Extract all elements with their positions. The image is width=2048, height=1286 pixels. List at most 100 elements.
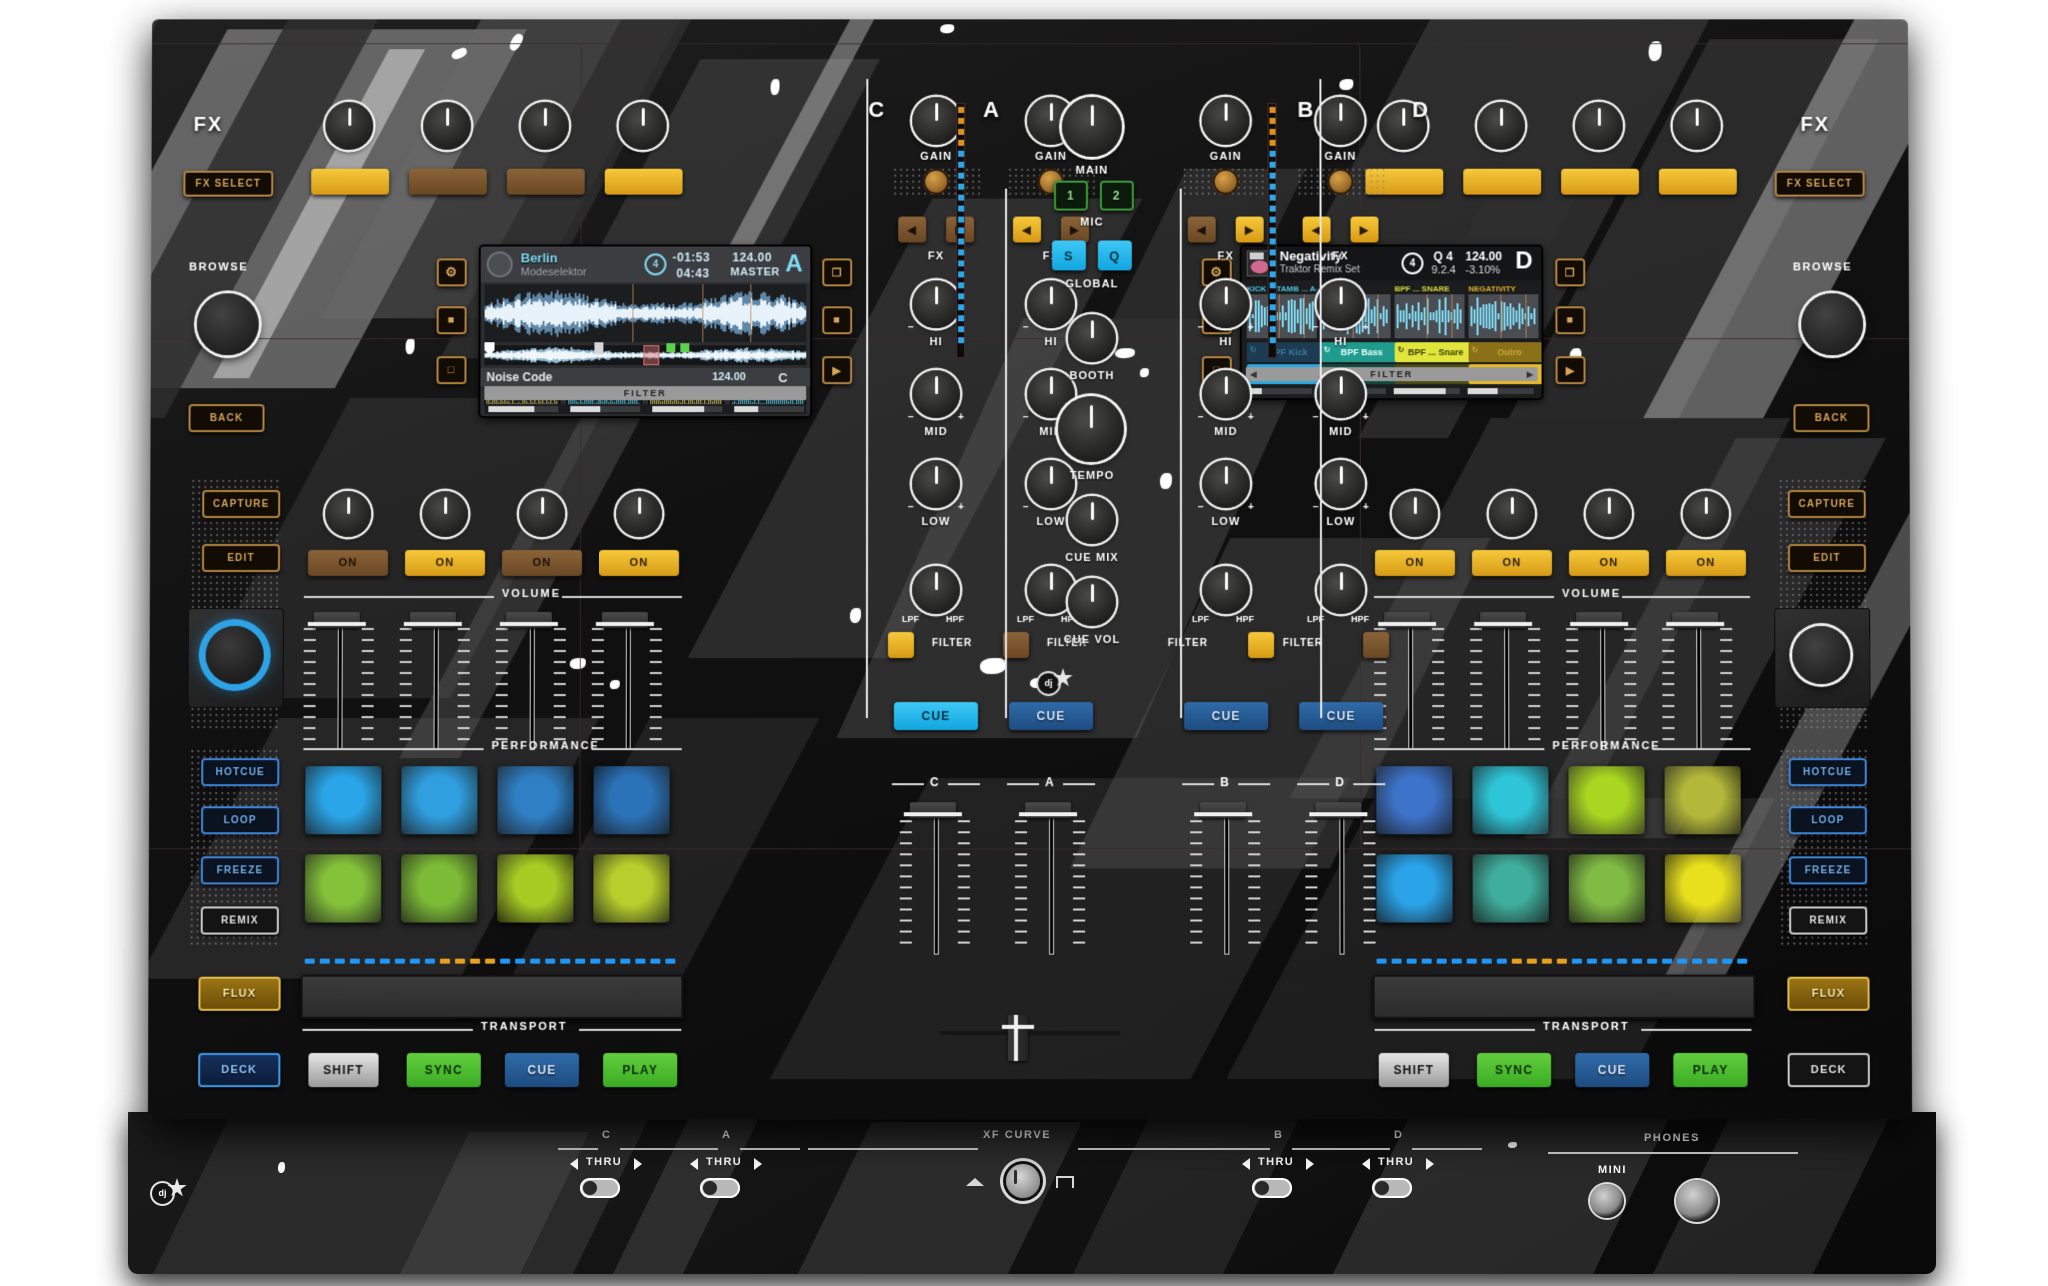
cue-button-D[interactable]: CUE [1299, 702, 1384, 731]
fx-button-left-3[interactable] [506, 168, 585, 195]
cue-button-B[interactable]: CUE [1184, 702, 1269, 731]
left-deck-fx-knob-2[interactable] [422, 491, 469, 538]
channel-fader-cap-D[interactable] [1315, 802, 1362, 819]
eq-mid-knob-C[interactable] [912, 370, 961, 419]
channel-fader-cap-B[interactable] [1200, 802, 1247, 819]
global-quantize-button[interactable]: Q [1097, 240, 1132, 271]
right-deck-volume-fader-3[interactable] [1564, 610, 1640, 751]
loop-button-right[interactable]: LOOP [1788, 806, 1867, 835]
right-touchstrip[interactable] [1372, 974, 1756, 1019]
channel-fader-A[interactable] [1013, 800, 1089, 955]
left-deck-volume-fader-3[interactable] [494, 610, 570, 751]
fx-next-button-B[interactable]: ▶ [1235, 216, 1264, 243]
display-right-stop-icon-button[interactable]: ■ [1555, 306, 1586, 335]
fx-assign-knob-B[interactable] [1212, 168, 1239, 195]
fx-button-left-4[interactable] [604, 168, 683, 195]
filter-knob-B[interactable] [1201, 566, 1251, 615]
right-deck-on-button-3[interactable]: ON [1568, 550, 1650, 576]
left-deck-fx-knob-1[interactable] [325, 491, 372, 538]
right-jog-wheel[interactable] [1792, 626, 1851, 685]
filter-knob-D[interactable] [1316, 566, 1366, 615]
cue-vol-knob[interactable] [1068, 577, 1117, 627]
eq-hi-knob-D[interactable] [1316, 280, 1365, 329]
left-deck-on-button-3[interactable]: ON [501, 550, 583, 576]
cue-button-A[interactable]: CUE [1008, 702, 1094, 731]
play-button-left[interactable]: PLAY [603, 1052, 678, 1088]
right-deck-volume-fader-cap-2[interactable] [1480, 612, 1527, 629]
right-deck-volume-fader-cap-3[interactable] [1576, 612, 1623, 629]
left-deck-pad-bottom-3[interactable] [497, 854, 574, 923]
fx-knob-left-3[interactable] [520, 101, 569, 150]
fx-knob-left-1[interactable] [325, 101, 374, 150]
fx-prev-button-A[interactable]: ◀ [1013, 216, 1041, 243]
left-deck-pad-bottom-4[interactable] [593, 854, 670, 923]
display-left-view2-icon-button[interactable]: □ [436, 356, 467, 385]
gain-knob-D[interactable] [1316, 96, 1365, 145]
display-left-play-icon-button[interactable]: ▶ [822, 356, 853, 385]
fx-knob-right-2[interactable] [1477, 101, 1526, 150]
eq-mid-knob-B[interactable] [1201, 370, 1250, 419]
booth-knob[interactable] [1067, 314, 1116, 363]
right-deck-pad-bottom-4[interactable] [1664, 854, 1742, 923]
phones-large-jack[interactable] [1676, 1180, 1718, 1222]
fx-knob-right-3[interactable] [1574, 101, 1623, 150]
hotcue-button-left[interactable]: HOTCUE [201, 758, 280, 787]
right-deck-pad-top-2[interactable] [1472, 766, 1549, 835]
thru-b-toggle[interactable] [1252, 1178, 1292, 1198]
right-deck-fx-knob-4[interactable] [1682, 491, 1729, 538]
display-right[interactable]: Negativity Traktor Remix Set 4 Q 4 9.2.4… [1241, 246, 1542, 399]
left-deck-pad-bottom-2[interactable] [401, 854, 478, 923]
right-deck-pad-top-1[interactable] [1376, 766, 1453, 835]
fx-button-left-1[interactable] [311, 168, 390, 195]
cue-button-right[interactable]: CUE [1575, 1052, 1650, 1088]
sync-button-right[interactable]: SYNC [1476, 1052, 1552, 1088]
fx-assign-knob-C[interactable] [923, 168, 950, 195]
cue-button-left[interactable]: CUE [504, 1052, 580, 1088]
eq-low-knob-C[interactable] [912, 460, 961, 509]
left-deck-volume-fader-cap-4[interactable] [601, 612, 648, 629]
phones-mini-jack[interactable] [1590, 1184, 1624, 1218]
play-button-right[interactable]: PLAY [1673, 1052, 1748, 1088]
left-deck-fx-knob-3[interactable] [519, 491, 566, 538]
left-touchstrip[interactable] [300, 974, 684, 1019]
right-deck-pad-top-4[interactable] [1664, 766, 1741, 835]
right-deck-on-button-1[interactable]: ON [1374, 550, 1456, 576]
eq-low-knob-B[interactable] [1201, 460, 1250, 509]
right-deck-volume-fader-4[interactable] [1660, 610, 1736, 751]
right-deck-fx-knob-2[interactable] [1488, 491, 1535, 538]
capture-button-right[interactable]: CAPTURE [1787, 490, 1866, 519]
capture-button-left[interactable]: CAPTURE [202, 490, 281, 519]
browse-encoder-left[interactable] [196, 293, 259, 356]
display-left-settings-icon-button[interactable]: ⚙ [436, 258, 467, 287]
right-deck-pad-top-3[interactable] [1568, 766, 1645, 835]
fx-knob-left-2[interactable] [423, 101, 472, 150]
right-deck-fx-knob-1[interactable] [1391, 491, 1438, 538]
global-snap-button[interactable]: S [1051, 240, 1086, 271]
left-deck-on-button-1[interactable]: ON [307, 550, 389, 576]
display-left-copy-icon-button[interactable]: ❐ [822, 258, 853, 287]
fx-select-button-left[interactable]: FX SELECT [183, 170, 274, 197]
shift-button-left[interactable]: SHIFT [308, 1052, 379, 1088]
fx-knob-right-4[interactable] [1672, 101, 1721, 150]
fx-next-button-D[interactable]: ▶ [1350, 216, 1379, 243]
left-jog-wheel[interactable] [205, 626, 264, 685]
display-left-stop-icon-button[interactable]: ■ [822, 306, 853, 335]
channel-fader-D[interactable] [1303, 800, 1379, 955]
display-right-play-icon-button[interactable]: ▶ [1555, 356, 1586, 385]
remix-button-right[interactable]: REMIX [1789, 906, 1868, 935]
thru-c-toggle[interactable] [580, 1178, 620, 1198]
remix-slot-cell-4-1[interactable]: ↻ Outro [1468, 342, 1542, 363]
fx-button-right-2[interactable] [1463, 168, 1542, 195]
freeze-button-left[interactable]: FREEZE [200, 856, 280, 885]
sync-button-left[interactable]: SYNC [406, 1052, 481, 1088]
thru-b-next-icon[interactable] [1306, 1158, 1314, 1170]
eq-low-knob-D[interactable] [1316, 460, 1365, 509]
channel-fader-B[interactable] [1188, 800, 1264, 955]
remix-button-left[interactable]: REMIX [200, 906, 279, 935]
right-deck-fx-knob-3[interactable] [1585, 491, 1632, 538]
thru-d-prev-icon[interactable] [1362, 1158, 1370, 1170]
thru-a-toggle[interactable] [700, 1178, 740, 1198]
filter-prev-icon[interactable]: ◀ [1250, 369, 1257, 380]
main-knob[interactable] [1061, 96, 1122, 157]
filter-next-icon[interactable]: ▶ [1527, 369, 1534, 380]
